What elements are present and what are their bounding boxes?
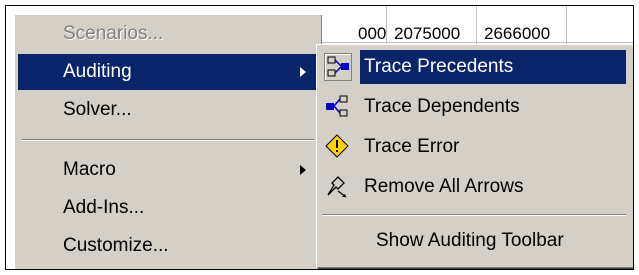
cell-value[interactable]: 2666000 xyxy=(484,24,550,44)
submenu-item-trace-precedents[interactable]: Trace Precedents xyxy=(322,50,626,84)
menu-separator xyxy=(22,139,314,141)
submenu-item-label: Show Auditing Toolbar xyxy=(376,230,564,251)
menu-item-label: Customize... xyxy=(63,235,169,256)
submenu-item-remove-all-arrows[interactable]: Remove All Arrows xyxy=(322,170,626,204)
trace-precedents-icon xyxy=(324,53,352,81)
cell-value[interactable]: 000 xyxy=(358,24,386,44)
submenu-item-trace-dependents[interactable]: Trace Dependents xyxy=(322,90,626,124)
submenu-item-label: Trace Precedents xyxy=(360,50,626,84)
menu-item-auditing[interactable]: Auditing xyxy=(18,54,318,90)
menu-item-solver[interactable]: Solver... xyxy=(18,92,318,128)
tools-menu: Scenarios... Auditing Solver... Macro Ad… xyxy=(14,14,322,269)
submenu-item-trace-error[interactable]: Trace Error xyxy=(322,130,626,164)
submenu-arrow-icon xyxy=(300,165,306,175)
menu-item-add-ins[interactable]: Add-Ins... xyxy=(18,190,318,226)
menu-item-macro[interactable]: Macro xyxy=(18,152,318,188)
submenu-item-show-auditing-toolbar[interactable]: Show Auditing Toolbar xyxy=(322,224,626,258)
submenu-arrow-icon xyxy=(300,67,306,77)
submenu-item-label: Trace Error xyxy=(364,136,460,157)
menu-item-scenarios[interactable]: Scenarios... xyxy=(18,16,318,52)
trace-dependents-icon xyxy=(324,93,352,121)
submenu-item-label: Trace Dependents xyxy=(364,96,520,117)
menu-item-label: Solver... xyxy=(63,99,132,120)
auditing-submenu: Trace Precedents Trace Dependents Trace … xyxy=(316,44,633,268)
cell-value[interactable]: 2075000 xyxy=(394,24,460,44)
submenu-separator xyxy=(322,214,626,216)
menu-item-label: Macro xyxy=(63,159,116,180)
submenu-item-label: Remove All Arrows xyxy=(364,176,524,197)
menu-item-label: Scenarios... xyxy=(63,23,164,44)
menu-item-label: Auditing xyxy=(63,61,132,82)
trace-error-icon xyxy=(324,133,352,161)
remove-arrows-icon xyxy=(324,173,352,201)
menu-item-label: Add-Ins... xyxy=(63,197,145,218)
menu-item-customize[interactable]: Customize... xyxy=(18,228,318,264)
screenshot-frame: 000 2075000 2666000 000 50000 85000 Scen… xyxy=(5,5,634,270)
